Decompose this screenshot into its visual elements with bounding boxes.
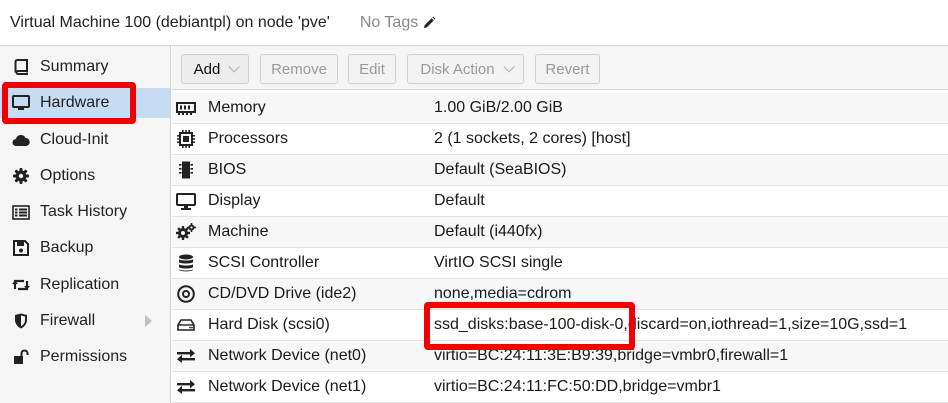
pencil-icon[interactable] bbox=[422, 16, 436, 30]
database-icon bbox=[176, 253, 196, 273]
page-title: Virtual Machine 100 (debiantpl) on node … bbox=[10, 13, 330, 31]
shield-icon bbox=[12, 312, 30, 330]
revert-button[interactable]: Revert bbox=[535, 54, 600, 84]
sidebar-item-cloud-init[interactable]: Cloud-Init bbox=[0, 125, 170, 155]
sidebar-item-firewall[interactable]: Firewall bbox=[0, 306, 170, 336]
row-value: ssd_disks:base-100-disk-0,discard=on,iot… bbox=[434, 316, 908, 333]
hardware-panel: Add Remove Edit Disk Action Revert Memor… bbox=[172, 46, 948, 403]
row-value: Default (i440fx) bbox=[434, 223, 543, 240]
tags-editor[interactable]: No Tags bbox=[360, 14, 436, 32]
sidebar-item-label: Hardware bbox=[40, 94, 110, 111]
cpu-icon bbox=[176, 129, 196, 149]
cdrom-icon bbox=[176, 284, 196, 304]
table-row[interactable]: Processors 2 (1 sockets, 2 cores) [host] bbox=[172, 124, 948, 155]
retweet-icon bbox=[12, 276, 30, 294]
sidebar-item-summary[interactable]: Summary bbox=[0, 52, 170, 82]
table-row[interactable]: Display Default bbox=[172, 186, 948, 217]
title-bar: Virtual Machine 100 (debiantpl) on node … bbox=[0, 0, 948, 46]
row-value: 1.00 GiB/2.00 GiB bbox=[434, 99, 563, 116]
chevron-down-icon bbox=[228, 61, 241, 73]
table-row[interactable]: SCSI Controller VirtIO SCSI single bbox=[172, 248, 948, 279]
sidebar-item-label: Summary bbox=[40, 58, 109, 75]
cloud-icon bbox=[12, 131, 30, 149]
sidebar-item-label: Task History bbox=[40, 203, 128, 220]
row-name: Network Device (net0) bbox=[208, 347, 367, 364]
sidebar-item-label: Backup bbox=[40, 239, 94, 256]
exchange-icon bbox=[176, 346, 196, 366]
row-name: SCSI Controller bbox=[208, 254, 320, 271]
row-value: virtio=BC:24:11:3E:B9:39,bridge=vmbr0,fi… bbox=[434, 347, 789, 364]
row-value: virtio=BC:24:11:FC:50:DD,bridge=vmbr1 bbox=[434, 378, 721, 395]
sidebar: Summary Hardware Cloud-Init Options Task… bbox=[0, 46, 171, 403]
floppy-icon bbox=[12, 239, 30, 257]
table-row[interactable]: Machine Default (i440fx) bbox=[172, 217, 948, 248]
sidebar-item-replication[interactable]: Replication bbox=[0, 270, 170, 300]
add-button[interactable]: Add bbox=[181, 54, 249, 84]
row-name: Memory bbox=[208, 99, 266, 116]
revert-button-label: Revert bbox=[545, 60, 590, 78]
sidebar-item-task-history[interactable]: Task History bbox=[0, 197, 170, 227]
table-row[interactable]: CD/DVD Drive (ide2) none,media=cdrom bbox=[172, 279, 948, 310]
monitor-icon bbox=[12, 94, 30, 112]
sidebar-item-label: Firewall bbox=[40, 312, 96, 329]
row-value: 2 (1 sockets, 2 cores) [host] bbox=[434, 130, 631, 147]
row-name: CD/DVD Drive (ide2) bbox=[208, 285, 357, 302]
edit-button-label: Edit bbox=[359, 60, 385, 78]
submenu-arrow-icon bbox=[145, 315, 152, 327]
disk-action-button[interactable]: Disk Action bbox=[407, 54, 524, 84]
sidebar-item-options[interactable]: Options bbox=[0, 161, 170, 191]
table-row[interactable]: Hard Disk (scsi0) ssd_disks:base-100-dis… bbox=[172, 310, 948, 341]
sidebar-item-label: Cloud-Init bbox=[40, 131, 109, 148]
edit-button[interactable]: Edit bbox=[348, 54, 396, 84]
sidebar-item-backup[interactable]: Backup bbox=[0, 233, 170, 263]
hdd-icon bbox=[176, 315, 196, 335]
sidebar-item-hardware[interactable]: Hardware bbox=[0, 88, 170, 118]
chevron-down-icon bbox=[503, 61, 515, 73]
table-row[interactable]: Network Device (net1) virtio=BC:24:11:FC… bbox=[172, 372, 948, 403]
exchange-icon bbox=[176, 377, 196, 397]
row-value: none,media=cdrom bbox=[434, 285, 572, 302]
sidebar-item-permissions[interactable]: Permissions bbox=[0, 342, 170, 372]
table-row[interactable]: Network Device (net0) virtio=BC:24:11:3E… bbox=[172, 341, 948, 372]
add-button-label: Add bbox=[193, 60, 221, 78]
disk-action-button-label: Disk Action bbox=[420, 60, 495, 78]
tags-label: No Tags bbox=[359, 13, 419, 31]
list-icon bbox=[12, 203, 30, 221]
row-name: Display bbox=[208, 192, 261, 209]
row-name: BIOS bbox=[208, 161, 247, 178]
table-row[interactable]: BIOS Default (SeaBIOS) bbox=[172, 155, 948, 186]
remove-button-label: Remove bbox=[271, 60, 327, 78]
row-name: Hard Disk (scsi0) bbox=[208, 316, 330, 333]
row-name: Processors bbox=[208, 130, 289, 147]
row-name: Network Device (net1) bbox=[208, 378, 367, 395]
row-value: Default bbox=[434, 192, 485, 209]
toolbar: Add Remove Edit Disk Action Revert bbox=[172, 46, 948, 90]
sidebar-item-label: Options bbox=[40, 167, 96, 184]
memory-icon bbox=[176, 98, 196, 118]
unlock-icon bbox=[12, 348, 30, 366]
row-value: VirtIO SCSI single bbox=[434, 254, 563, 271]
remove-button[interactable]: Remove bbox=[260, 54, 338, 84]
sidebar-item-label: Replication bbox=[40, 276, 120, 293]
microchip-icon bbox=[176, 160, 196, 180]
gear-icon bbox=[12, 167, 30, 185]
table-row[interactable]: Memory 1.00 GiB/2.00 GiB bbox=[172, 93, 948, 124]
cogs-icon bbox=[176, 222, 196, 242]
row-name: Machine bbox=[208, 223, 269, 240]
desktop-icon bbox=[176, 191, 196, 211]
sidebar-item-label: Permissions bbox=[40, 348, 128, 365]
book-icon bbox=[12, 58, 30, 76]
row-value: Default (SeaBIOS) bbox=[434, 161, 567, 178]
